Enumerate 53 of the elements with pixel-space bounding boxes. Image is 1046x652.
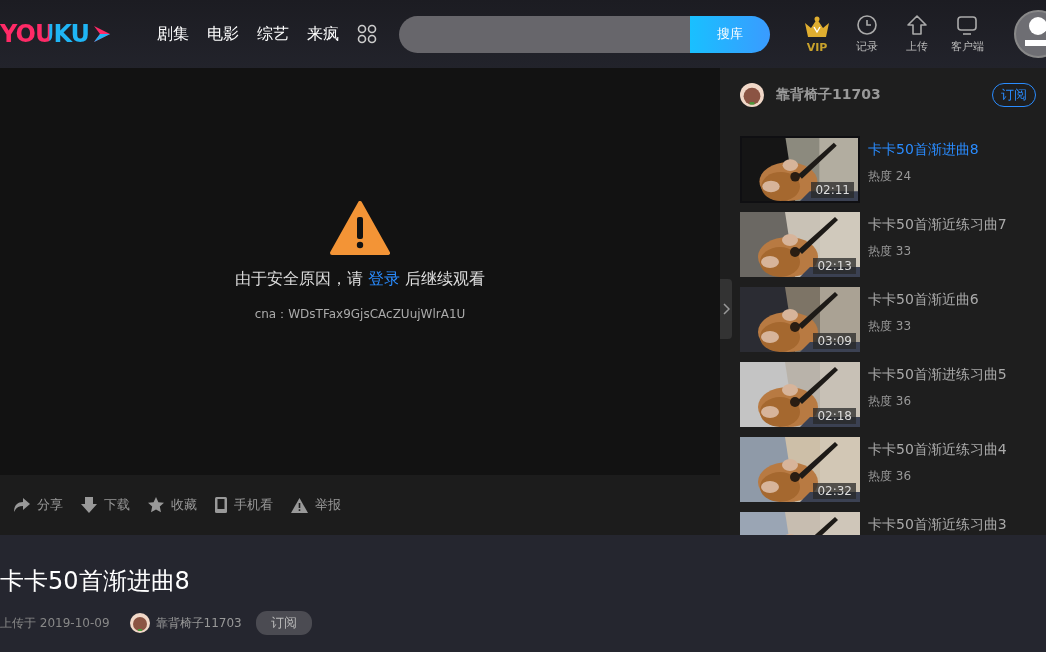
video-title[interactable]: 卡卡50首渐进练习曲5: [868, 366, 1007, 384]
warning-icon: [330, 200, 390, 255]
subscribe-button[interactable]: 订阅: [255, 611, 312, 635]
duration-label: 02:13: [813, 258, 856, 274]
upload-icon: [906, 14, 928, 36]
toolbar-action[interactable]: 举报: [291, 496, 341, 514]
share-icon: [14, 498, 30, 512]
popularity-text: 热度 24: [868, 168, 913, 185]
warning-icon: [291, 497, 308, 513]
monitor-icon: [956, 14, 978, 36]
star-icon: [148, 497, 164, 513]
sidebar-toggle[interactable]: [720, 279, 732, 339]
toolbar-action[interactable]: 收藏: [148, 496, 197, 514]
duration-label: 02:11: [811, 182, 854, 198]
toolbar-action[interactable]: 分享: [14, 496, 63, 514]
cna-code: cna：WDsTFax9GjsCAcZUujWlrA1U: [254, 305, 466, 323]
duration-label: 02:18: [813, 408, 856, 424]
channel-name[interactable]: 靠背椅子11703: [776, 86, 980, 104]
popularity-text: 热度 33: [868, 243, 913, 260]
crown-icon: [802, 16, 832, 38]
chevron-right-icon: [722, 303, 730, 315]
author-name[interactable]: 靠背椅子11703: [155, 614, 242, 632]
header-action[interactable]: 客户端: [942, 14, 992, 54]
duration-label: 03:09: [813, 333, 856, 349]
phone-icon: [215, 497, 227, 513]
nav-link[interactable]: 来疯: [307, 23, 339, 45]
clock-icon: [856, 14, 878, 36]
video-title[interactable]: 卡卡50首渐进曲8: [868, 141, 979, 159]
popularity-text: 热度 33: [868, 318, 913, 335]
grid-menu-icon[interactable]: [357, 24, 377, 44]
avatar-icon: [740, 83, 764, 107]
popularity-text: 热度 36: [868, 393, 913, 410]
download-icon: [81, 497, 97, 513]
login-link[interactable]: 登录: [368, 268, 400, 288]
security-message: 由于安全原因，请 登录 后继续观看: [234, 268, 486, 290]
video-title[interactable]: 卡卡50首渐近曲6: [868, 291, 979, 309]
upload-date: 上传于 2019-10-09: [0, 614, 110, 632]
duration-label: 02:32: [813, 483, 856, 499]
video-title[interactable]: 卡卡50首渐近练习曲4: [868, 441, 1007, 459]
video-title: 卡卡50首渐进曲8: [0, 566, 191, 597]
video-title[interactable]: 卡卡50首渐近练习曲7: [868, 216, 1007, 234]
header-action[interactable]: 上传: [892, 14, 942, 54]
nav-link[interactable]: 电影: [207, 23, 239, 45]
nav-link[interactable]: 剧集: [157, 23, 189, 45]
toolbar-action[interactable]: 手机看: [215, 496, 273, 514]
header-action[interactable]: 记录: [842, 14, 892, 54]
video-title[interactable]: 卡卡50首渐近练习曲3: [868, 516, 1007, 534]
popularity-text: 热度 36: [868, 468, 913, 485]
toolbar-action[interactable]: 下载: [81, 496, 130, 514]
vip-link[interactable]: VIP: [792, 16, 842, 54]
avatar-icon: [129, 613, 150, 633]
search-field[interactable]: [399, 15, 690, 53]
nav-link[interactable]: 综艺: [257, 23, 289, 45]
